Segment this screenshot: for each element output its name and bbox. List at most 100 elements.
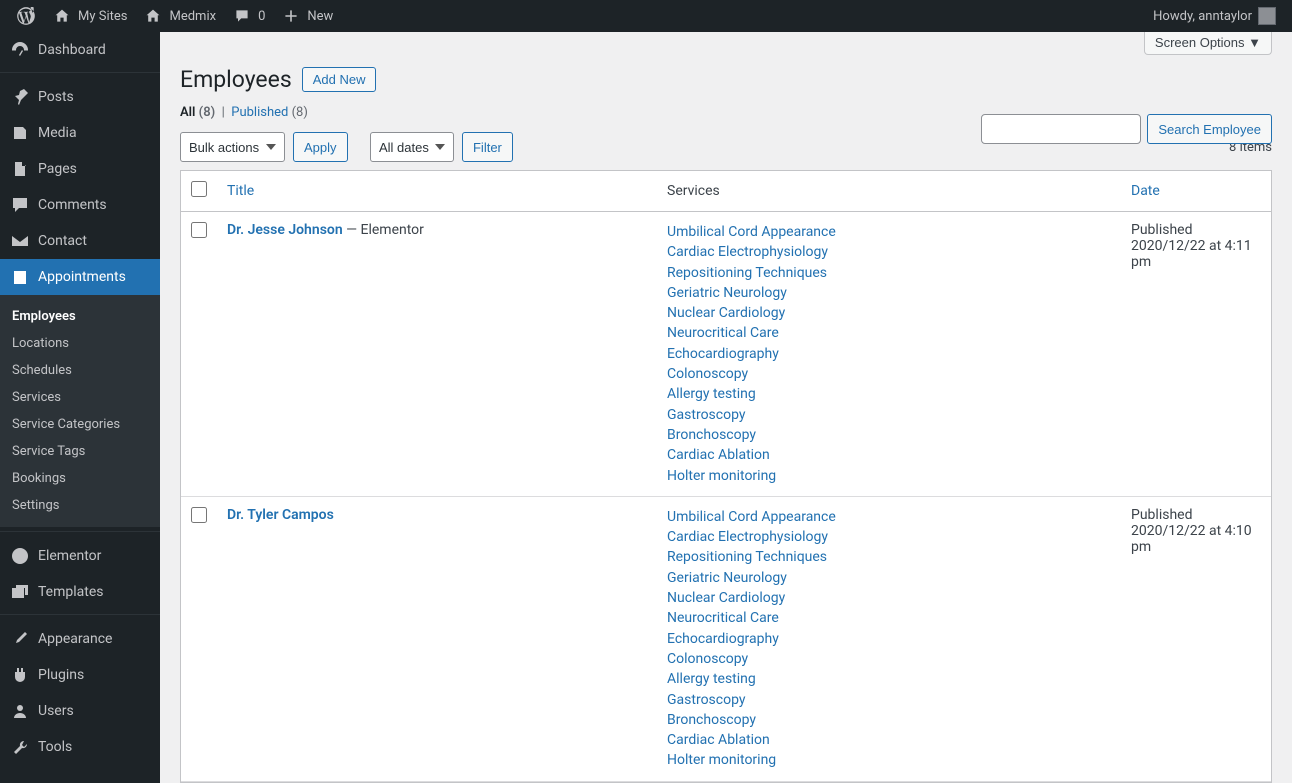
employee-title-link[interactable]: Dr. Tyler Campos (227, 507, 334, 523)
service-link[interactable]: Cardiac Electrophysiology (667, 242, 1111, 262)
service-link[interactable]: Allergy testing (667, 669, 1111, 689)
col-title[interactable]: Title (227, 183, 254, 199)
col-services: Services (657, 171, 1121, 212)
new-label: New (307, 9, 333, 24)
service-link[interactable]: Repositioning Techniques (667, 263, 1111, 283)
submenu-bookings[interactable]: Bookings (0, 465, 160, 492)
menu-users[interactable]: Users (0, 693, 160, 729)
menu-plugins[interactable]: Plugins (0, 657, 160, 693)
admin-sidebar: Dashboard Posts Media Pages Comments Con… (0, 32, 160, 783)
service-link[interactable]: Gastroscopy (667, 405, 1111, 425)
submenu-settings[interactable]: Settings (0, 492, 160, 519)
service-link[interactable]: Nuclear Cardiology (667, 588, 1111, 608)
site-link[interactable]: Medmix (135, 0, 224, 32)
row-checkbox[interactable] (191, 222, 207, 238)
search-input[interactable] (981, 114, 1141, 144)
wrench-icon (10, 737, 30, 757)
service-link[interactable]: Geriatric Neurology (667, 283, 1111, 303)
service-link[interactable]: Bronchoscopy (667, 425, 1111, 445)
brush-icon (10, 629, 30, 649)
title-suffix: — Elementor (343, 222, 424, 238)
filter-all[interactable]: All (8) (180, 105, 215, 120)
service-link[interactable]: Nuclear Cardiology (667, 303, 1111, 323)
service-link[interactable]: Echocardiography (667, 629, 1111, 649)
menu-templates[interactable]: Templates (0, 574, 160, 610)
content-area: Screen Options ▼ Employees Add New Searc… (160, 32, 1292, 783)
media-icon (10, 123, 30, 143)
screen-options-button[interactable]: Screen Options ▼ (1144, 32, 1272, 55)
menu-pages-label: Pages (38, 161, 77, 177)
home-icon (52, 6, 72, 26)
menu-appointments[interactable]: Appointments (0, 259, 160, 295)
row-status: Published (1131, 222, 1261, 238)
pages-icon (10, 159, 30, 179)
service-link[interactable]: Umbilical Cord Appearance (667, 507, 1111, 527)
wordpress-icon (16, 6, 36, 26)
service-link[interactable]: Holter monitoring (667, 466, 1111, 486)
menu-plugins-label: Plugins (38, 667, 84, 683)
submenu-services[interactable]: Services (0, 384, 160, 411)
my-sites-link[interactable]: My Sites (44, 0, 135, 32)
service-link[interactable]: Neurocritical Care (667, 323, 1111, 343)
service-link[interactable]: Bronchoscopy (667, 710, 1111, 730)
menu-elementor[interactable]: Elementor (0, 538, 160, 574)
bulk-actions-select[interactable]: Bulk actions (180, 132, 285, 162)
service-link[interactable]: Umbilical Cord Appearance (667, 222, 1111, 242)
select-all-checkbox[interactable] (191, 181, 207, 197)
home-icon (143, 6, 163, 26)
service-link[interactable]: Cardiac Ablation (667, 730, 1111, 750)
service-link[interactable]: Colonoscopy (667, 364, 1111, 384)
service-link[interactable]: Colonoscopy (667, 649, 1111, 669)
plug-icon (10, 665, 30, 685)
comments-count: 0 (258, 9, 265, 24)
add-new-button[interactable]: Add New (302, 67, 377, 92)
my-sites-label: My Sites (78, 9, 127, 24)
service-link[interactable]: Cardiac Ablation (667, 445, 1111, 465)
menu-dashboard[interactable]: Dashboard (0, 32, 160, 68)
employee-title-link[interactable]: Dr. Jesse Johnson (227, 222, 343, 238)
menu-posts[interactable]: Posts (0, 79, 160, 115)
templates-icon (10, 582, 30, 602)
submenu-employees[interactable]: Employees (0, 303, 160, 330)
service-link[interactable]: Neurocritical Care (667, 608, 1111, 628)
new-link[interactable]: New (273, 0, 341, 32)
service-link[interactable]: Repositioning Techniques (667, 547, 1111, 567)
wp-logo[interactable] (8, 0, 44, 32)
date-filter-select[interactable]: All dates (370, 132, 454, 162)
menu-elementor-label: Elementor (38, 548, 101, 564)
apply-button[interactable]: Apply (293, 132, 348, 162)
menu-contact[interactable]: Contact (0, 223, 160, 259)
filter-button[interactable]: Filter (462, 132, 513, 162)
menu-users-label: Users (38, 703, 74, 719)
menu-appointments-label: Appointments (38, 269, 126, 285)
comment-icon (10, 195, 30, 215)
menu-comments-label: Comments (38, 197, 107, 213)
service-link[interactable]: Holter monitoring (667, 750, 1111, 770)
row-checkbox[interactable] (191, 507, 207, 523)
submenu-service-categories[interactable]: Service Categories (0, 411, 160, 438)
menu-templates-label: Templates (38, 584, 104, 600)
submenu-service-tags[interactable]: Service Tags (0, 438, 160, 465)
page-title: Employees (180, 66, 292, 93)
menu-media[interactable]: Media (0, 115, 160, 151)
menu-tools[interactable]: Tools (0, 729, 160, 765)
menu-comments[interactable]: Comments (0, 187, 160, 223)
search-employee-button[interactable]: Search Employee (1147, 114, 1272, 144)
submenu-appointments: Employees Locations Schedules Services S… (0, 295, 160, 527)
site-name-label: Medmix (169, 9, 216, 24)
howdy-link[interactable]: Howdy, anntaylor (1145, 0, 1284, 32)
service-link[interactable]: Gastroscopy (667, 690, 1111, 710)
menu-pages[interactable]: Pages (0, 151, 160, 187)
service-link[interactable]: Cardiac Electrophysiology (667, 527, 1111, 547)
submenu-locations[interactable]: Locations (0, 330, 160, 357)
submenu-schedules[interactable]: Schedules (0, 357, 160, 384)
table-row: Dr. Tyler Campos Umbilical Cord Appearanc… (181, 497, 1271, 782)
filter-published[interactable]: Published (8) (231, 105, 308, 120)
comments-link[interactable]: 0 (224, 0, 273, 32)
service-link[interactable]: Geriatric Neurology (667, 568, 1111, 588)
col-date[interactable]: Date (1131, 183, 1160, 199)
service-link[interactable]: Allergy testing (667, 384, 1111, 404)
service-link[interactable]: Echocardiography (667, 344, 1111, 364)
menu-appearance[interactable]: Appearance (0, 621, 160, 657)
admin-bar: My Sites Medmix 0 New Howdy, anntaylor (0, 0, 1292, 32)
